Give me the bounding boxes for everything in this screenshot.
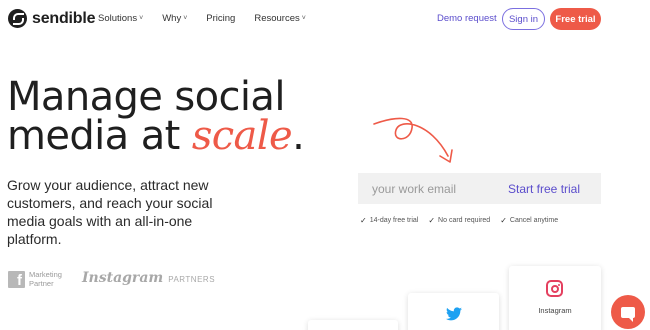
chevron-down-icon: ˅ — [139, 15, 144, 22]
facebook-partner-line-2: Partner — [29, 279, 54, 288]
instagram-wordmark: Instagram — [82, 270, 164, 286]
benefit-item: ✓ No card required — [428, 216, 490, 225]
sign-in-button[interactable]: Sign in — [502, 8, 545, 30]
arrow-doodle-icon — [373, 117, 453, 163]
chevron-down-icon: ˅ — [301, 15, 306, 22]
instagram-partners-badge: Instagram PARTNERS — [82, 270, 215, 286]
free-trial-button[interactable]: Free trial — [550, 8, 601, 30]
trial-benefits: ✓ 14-day free trial ✓ No card required ✓… — [360, 216, 558, 225]
twitter-card — [408, 293, 499, 330]
nav-item-why[interactable]: Why ˅ — [162, 13, 187, 24]
start-free-trial-button[interactable]: Start free trial — [508, 182, 580, 196]
nav-item-pricing[interactable]: Pricing — [206, 13, 235, 24]
benefit-label: Cancel anytime — [509, 217, 559, 224]
nav-item-label: Pricing — [206, 13, 236, 24]
instagram-icon — [546, 280, 563, 297]
check-icon: ✓ — [428, 216, 436, 225]
facebook-partner-line-1: Marketing — [29, 270, 62, 279]
brand-name: sendible — [32, 9, 96, 27]
instagram-card: Instagram — [509, 266, 601, 330]
demo-request-link[interactable]: Demo request — [437, 13, 497, 24]
top-navigation: sendible Solutions ˅ Why ˅ Pricing Resou… — [0, 0, 650, 38]
chevron-down-icon: ˅ — [183, 15, 188, 22]
facebook-partner-text: Marketing Partner — [29, 270, 62, 288]
instagram-partners-label: PARTNERS — [168, 275, 216, 284]
nav-item-resources[interactable]: Resources ˅ — [254, 13, 306, 24]
benefit-item: ✓ 14-day free trial — [360, 216, 418, 225]
instagram-card-label: Instagram — [538, 306, 572, 315]
nav-item-label: Why — [162, 13, 182, 24]
logo-icon — [8, 9, 27, 28]
nav-links: Solutions ˅ Why ˅ Pricing Resources ˅ — [98, 13, 306, 24]
headline-line-2: media at — [7, 113, 192, 159]
work-email-input[interactable] — [358, 181, 498, 196]
headline-period: . — [292, 113, 305, 159]
check-icon: ✓ — [500, 216, 507, 225]
chat-icon — [621, 306, 635, 322]
headline-accent: scale — [191, 113, 293, 159]
signup-form: Start free trial — [358, 173, 601, 204]
facebook-glyph: f — [17, 271, 22, 289]
nav-item-label: Solutions — [98, 13, 138, 24]
check-icon: ✓ — [360, 216, 367, 225]
hero-headline: Manage social media at scale. — [7, 77, 305, 159]
nav-item-solutions[interactable]: Solutions ˅ — [98, 13, 143, 24]
nav-item-label: Resources — [254, 13, 300, 24]
benefit-item: ✓ Cancel anytime — [500, 216, 558, 225]
benefit-label: 14-day free trial — [369, 217, 419, 224]
chat-button[interactable] — [611, 295, 645, 329]
sendible-logo[interactable]: sendible — [8, 9, 96, 28]
benefit-label: No card required — [438, 217, 491, 224]
twitter-icon — [446, 307, 462, 321]
facebook-icon: f — [8, 270, 25, 289]
facebook-marketing-partner-badge: f Marketing Partner — [8, 270, 62, 289]
hero-subtext: Grow your audience, attract new customer… — [7, 177, 213, 247]
social-card — [308, 320, 398, 330]
